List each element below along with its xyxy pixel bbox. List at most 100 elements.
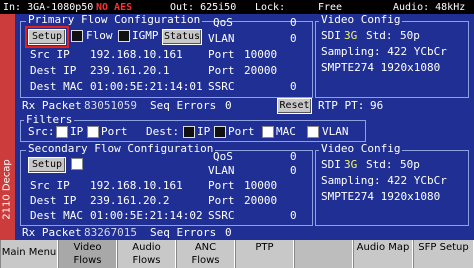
primary-vlan-label: VLAN (208, 32, 235, 45)
video1-std-label: Std: (366, 29, 393, 42)
primary-src-ip-label: Src IP (30, 48, 70, 61)
primary-dest-ip: 239.161.20.1 (90, 64, 170, 77)
video2-sdi: SDI (321, 158, 341, 171)
secondary-dest-port: 20000 (244, 194, 278, 207)
video1-std: 50p (400, 29, 420, 42)
tab-audio-map-label: Audio Map (356, 242, 410, 253)
secondary-src-port: 10000 (244, 179, 278, 192)
primary-dest-ip-label: Dest IP (30, 64, 77, 77)
video1-smpte: SMPTE274 1920x1080 (321, 61, 441, 74)
primary-ssrc-value: 0 (290, 80, 297, 93)
secondary-src-ip: 192.168.10.161 (90, 179, 183, 192)
tab-anc-flows[interactable]: ANC Flows (176, 240, 235, 268)
primary-flow-label: Flow (86, 29, 113, 42)
secondary-seq-value: 0 (225, 226, 232, 239)
tab-audio-flows-line1: Audio (132, 242, 161, 253)
mode-sidebar: 2110 Decap (0, 14, 15, 240)
video2-sampling: Sampling: 422 YCbCr (321, 174, 447, 187)
tab-video-flows[interactable]: Video Flows (58, 240, 117, 268)
status-bar: In: 3GA-1080p50 NO AES Out: 625i50 Lock:… (0, 0, 474, 14)
video2-3g: 3G (344, 158, 358, 171)
tab-video-flows-line1: Video (73, 242, 102, 253)
reset-button[interactable]: Reset (277, 98, 312, 114)
filter-dest-ip-label: IP (197, 125, 211, 138)
secondary-vlan-value: 0 (290, 164, 297, 177)
secondary-src-port-label: Port (208, 179, 235, 192)
primary-igmp-checkbox[interactable] (118, 30, 130, 42)
primary-dest-port: 20000 (244, 64, 278, 77)
secondary-vlan-label: VLAN (208, 164, 235, 177)
secondary-dest-mac-label: Dest MAC (30, 209, 83, 222)
secondary-dest-port-label: Port (208, 194, 235, 207)
tab-audio-flows-line2: Flows (132, 255, 161, 266)
tab-anc-flows-line2: Flows (191, 255, 220, 266)
tab-sfp-setup[interactable]: SFP Setup (413, 240, 474, 268)
tab-main-menu[interactable]: Main Menu (0, 240, 58, 268)
secondary-ssrc-value: 0 (290, 209, 297, 222)
secondary-seq-label: Seq Errors (150, 226, 217, 239)
primary-qos-value: 0 (290, 16, 297, 29)
secondary-qos-value: 0 (290, 150, 297, 163)
filter-dest-mac-label: MAC (276, 125, 296, 138)
secondary-flow-title: Secondary Flow Configuration (26, 142, 216, 155)
primary-igmp-label: IGMP (132, 29, 159, 42)
filter-dest-port-checkbox[interactable] (214, 126, 226, 138)
filter-dest-label: Dest: (146, 125, 180, 138)
filter-src-port-label: Port (101, 125, 128, 138)
primary-setup-button[interactable]: Setup (25, 26, 69, 48)
filter-src-port-checkbox[interactable] (87, 126, 99, 138)
secondary-ssrc-label: SSRC (208, 209, 235, 222)
primary-flow-checkbox[interactable] (71, 30, 83, 42)
filter-dest-port-label: Port (228, 125, 255, 138)
tab-audio-map[interactable]: Audio Map (353, 240, 413, 268)
primary-qos-label: QoS (213, 16, 233, 29)
tab-video-flows-line2: Flows (73, 255, 102, 266)
primary-src-ip: 192.168.10.161 (90, 48, 183, 61)
video-config-title-secondary: Video Config (319, 142, 403, 155)
filter-vlan-label: VLAN (322, 125, 349, 138)
video-config-title-primary: Video Config (319, 13, 403, 26)
primary-flow-title: Primary Flow Configuration (26, 13, 203, 26)
video2-std-label: Std: (366, 158, 393, 171)
filter-vlan-checkbox[interactable] (307, 126, 319, 138)
primary-rx-label: Rx Packet (22, 99, 82, 112)
video1-sampling: Sampling: 422 YCbCr (321, 45, 447, 58)
primary-dest-mac: 01:00:5E:21:14:01 (90, 80, 203, 93)
primary-seq-value: 0 (225, 99, 232, 112)
secondary-setup-button[interactable]: Setup (28, 157, 66, 173)
filter-dest-ip-checkbox[interactable] (183, 126, 195, 138)
primary-src-port-label: Port (208, 48, 235, 61)
primary-rx-value: 83051059 (84, 99, 137, 112)
secondary-dest-mac: 01:00:5E:21:14:02 (90, 209, 203, 222)
video1-3g: 3G (344, 29, 358, 42)
secondary-src-ip-label: Src IP (30, 179, 70, 192)
audio-rate: Audio: 48kHz (393, 2, 466, 13)
tab-audio-flows[interactable]: Audio Flows (117, 240, 176, 268)
primary-vlan-value: 0 (290, 32, 297, 45)
rtp-pt-label: RTP PT: (318, 99, 365, 112)
secondary-qos-label: QoS (213, 150, 233, 163)
tab-sfp-setup-label: SFP Setup (418, 242, 469, 253)
secondary-dest-ip: 239.161.20.2 (90, 194, 170, 207)
tab-anc-flows-line1: ANC (194, 242, 217, 253)
primary-seq-label: Seq Errors (150, 99, 217, 112)
primary-dest-port-label: Port (208, 64, 235, 77)
video2-std: 50p (400, 158, 420, 171)
tab-main-menu-label: Main Menu (1, 247, 57, 258)
lock-label: Lock: (255, 2, 286, 13)
filter-src-label: Src: (28, 125, 55, 138)
filter-src-ip-label: IP (70, 125, 84, 138)
tab-blank[interactable] (294, 240, 353, 268)
tab-ptp-label: PTP (255, 242, 274, 253)
secondary-rx-value: 83267015 (84, 226, 137, 239)
secondary-dest-ip-label: Dest IP (30, 194, 77, 207)
primary-dest-mac-label: Dest MAC (30, 80, 83, 93)
secondary-rx-label: Rx Packet (22, 226, 82, 239)
filter-dest-mac-checkbox[interactable] (262, 126, 274, 138)
secondary-flow-checkbox[interactable] (71, 158, 83, 170)
video2-smpte: SMPTE274 1920x1080 (321, 190, 441, 203)
tab-ptp[interactable]: PTP (235, 240, 294, 268)
mode-label: 2110 Decap (1, 159, 13, 220)
primary-status-button[interactable]: Status (162, 29, 202, 45)
filter-src-ip-checkbox[interactable] (56, 126, 68, 138)
